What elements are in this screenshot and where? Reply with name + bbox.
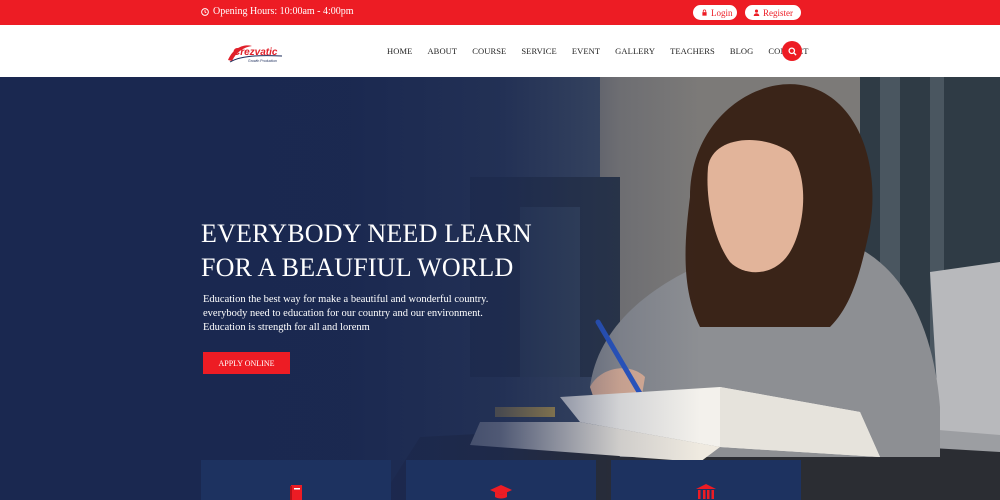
hero-text-line2: everybody need to education for our coun…	[203, 308, 483, 319]
institution-icon	[696, 484, 716, 499]
opening-hours-text: Opening Hours: 10:00am - 4:00pm	[213, 6, 354, 17]
hero-text-line1: Education the best way for make a beauti…	[203, 294, 489, 305]
hero-overlay	[0, 77, 1000, 500]
register-button[interactable]: Register	[745, 5, 801, 20]
login-button[interactable]: Login	[693, 5, 737, 20]
nav-course[interactable]: COURSE	[472, 46, 506, 56]
search-icon	[787, 46, 797, 56]
nav-home[interactable]: HOME	[387, 46, 412, 56]
hero-text-line3: Education is strength for all and lorenm	[203, 322, 370, 333]
login-label: Login	[711, 7, 733, 18]
feature-card-graduation[interactable]	[406, 460, 596, 500]
feature-card-institution[interactable]	[611, 460, 801, 500]
book-icon	[290, 485, 302, 500]
nav-service[interactable]: SERVICE	[521, 46, 556, 56]
main-nav: HOME ABOUT COURSE SERVICE EVENT GALLERY …	[387, 46, 824, 56]
hero-section: EVERYBODY NEED LEARN FOR A BEAUFIUL WORL…	[0, 77, 1000, 500]
apply-online-button[interactable]: APPLY ONLINE	[203, 352, 290, 374]
nav-teachers[interactable]: TEACHERS	[670, 46, 715, 56]
top-bar: Opening Hours: 10:00am - 4:00pm Login Re…	[0, 0, 1000, 25]
feature-card-book[interactable]	[201, 460, 391, 500]
nav-about[interactable]: ABOUT	[427, 46, 457, 56]
search-button[interactable]	[782, 41, 802, 61]
lock-icon	[702, 9, 707, 16]
logo-tagline: Growth Production	[248, 59, 277, 63]
register-label: Register	[763, 7, 793, 18]
hero-title: EVERYBODY NEED LEARN FOR A BEAUFIUL WORL…	[201, 217, 532, 285]
hero-description: Education the best way for make a beauti…	[203, 293, 488, 335]
graduation-cap-icon	[490, 485, 512, 499]
opening-hours: Opening Hours: 10:00am - 4:00pm	[201, 6, 354, 17]
nav-gallery[interactable]: GALLERY	[615, 46, 655, 56]
nav-blog[interactable]: BLOG	[730, 46, 754, 56]
clock-icon	[201, 7, 209, 16]
logo-text[interactable]: Crezvatic	[233, 47, 277, 58]
hero-title-line2: FOR A BEAUFIUL WORLD	[201, 253, 514, 282]
nav-event[interactable]: EVENT	[572, 46, 600, 56]
main-navbar: Crezvatic Growth Production HOME ABOUT C…	[0, 25, 1000, 77]
user-icon	[753, 9, 760, 16]
hero-title-line1: EVERYBODY NEED LEARN	[201, 219, 532, 248]
